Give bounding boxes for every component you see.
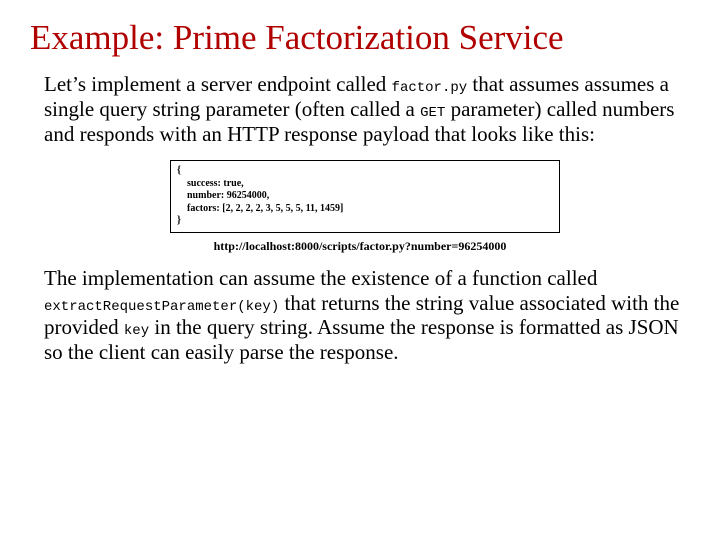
intro-text-a: Let’s implement a server endpoint called (44, 72, 392, 96)
code-key: key (124, 323, 149, 339)
slide-container: Example: Prime Factorization Service Let… (0, 0, 720, 365)
code-get: GET (420, 105, 445, 121)
code-factor-py: factor.py (392, 80, 468, 96)
slide-title: Example: Prime Factorization Service (30, 18, 690, 58)
code-extract-fn: extractRequestParameter(key) (44, 299, 279, 315)
example-url: http://localhost:8000/scripts/factor.py?… (30, 239, 690, 254)
implementation-paragraph: The implementation can assume the existe… (44, 266, 690, 365)
impl-text-a: The implementation can assume the existe… (44, 266, 597, 290)
intro-paragraph: Let’s implement a server endpoint called… (44, 72, 690, 146)
json-response-example: { success: true, number: 96254000, facto… (170, 160, 560, 233)
